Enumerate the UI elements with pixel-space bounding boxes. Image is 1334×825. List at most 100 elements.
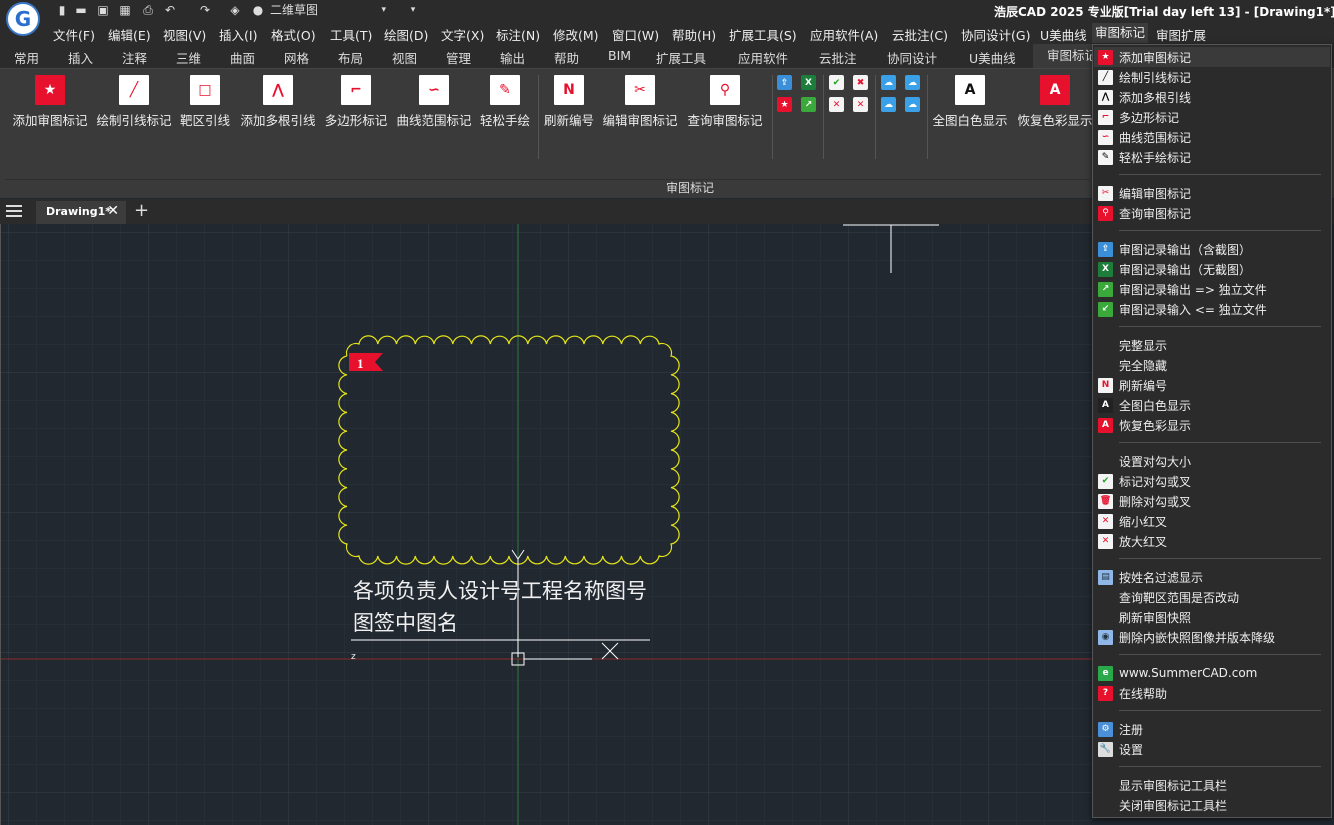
dropdown-item-3[interactable]: ⌐ 多边形标记 [1094, 107, 1330, 127]
menu-item-17[interactable]: 审图标记 [1092, 23, 1149, 43]
dropdown-item-17[interactable]: N 刷新编号 [1094, 375, 1330, 395]
ribbon-tab-12[interactable]: 扩展工具 [656, 48, 706, 67]
new-icon[interactable]: ▮ [55, 3, 69, 17]
dropdown-item-12[interactable]: ↗ 审图记录输出 => 独立文件 [1094, 279, 1330, 299]
app-logo-icon[interactable]: G [6, 2, 40, 36]
dropdown-item-35[interactable]: ⚙ 注册 [1094, 719, 1330, 739]
ribbon-tab-1[interactable]: 插入 [68, 48, 93, 67]
document-tab[interactable]: Drawing1* ✕ [36, 201, 126, 224]
menu-item-5[interactable]: 工具(T) [330, 25, 372, 44]
menu-item-18[interactable]: 审图扩展 [1156, 25, 1206, 44]
menu-item-2[interactable]: 视图(V) [163, 25, 206, 44]
ribbon-tab-5[interactable]: 网格 [284, 48, 309, 67]
menu-item-11[interactable]: 帮助(H) [672, 25, 716, 44]
menu-item-13[interactable]: 应用软件(A) [810, 25, 878, 44]
dropdown-item-18[interactable]: A 全图白色显示 [1094, 395, 1330, 415]
dropdown-item-28[interactable]: 查询靶区范围是否改动 [1094, 587, 1330, 607]
save-icon[interactable]: ▣ [96, 3, 110, 17]
shrink-cross-icon[interactable]: ✕ [829, 97, 844, 112]
ribbon-button-edit-mark[interactable]: ✂ 编辑审图标记 [595, 75, 685, 129]
dropdown-item-19[interactable]: A 恢复色彩显示 [1094, 415, 1330, 435]
ribbon-tab-2[interactable]: 注释 [122, 48, 147, 67]
menu-item-6[interactable]: 绘图(D) [384, 25, 428, 44]
menu-item-1[interactable]: 编辑(E) [108, 25, 151, 44]
ribbon-tab-4[interactable]: 曲面 [230, 48, 255, 67]
export-excel-icon[interactable]: X [801, 75, 816, 90]
dropdown-item-0[interactable]: ★ 添加审图标记 [1094, 47, 1330, 67]
ribbon-tab-0[interactable]: 常用 [14, 48, 39, 67]
ribbon-tab-9[interactable]: 输出 [500, 48, 525, 67]
dropdown-item-8[interactable]: ⚲ 查询审图标记 [1094, 203, 1330, 223]
dropdown-item-27[interactable]: ▤ 按姓名过滤显示 [1094, 567, 1330, 587]
undo-icon[interactable]: ↶ [163, 3, 177, 17]
workspace-select[interactable]: 二维草图 ▾ [268, 1, 390, 19]
redo-icon[interactable]: ↷ [198, 3, 212, 17]
dropdown-item-39[interactable]: 关闭审图标记工具栏 [1094, 795, 1330, 815]
cloud-icon[interactable]: ☁ [881, 75, 896, 90]
export-with-shot-icon[interactable]: ⇪ [777, 75, 792, 90]
print-icon[interactable]: ⎙ [141, 3, 155, 17]
menu-item-4[interactable]: 格式(O) [271, 25, 316, 44]
menu-item-8[interactable]: 标注(N) [496, 25, 540, 44]
saveas-icon[interactable]: ▦ [118, 3, 132, 17]
ribbon-tab-8[interactable]: 管理 [446, 48, 471, 67]
dropdown-item-11[interactable]: X 审图记录输出（无截图） [1094, 259, 1330, 279]
menu-item-0[interactable]: 文件(F) [53, 25, 95, 44]
menu-item-16[interactable]: U美曲线 [1040, 25, 1087, 44]
dropdown-item-30[interactable]: ◉ 删除内嵌快照图像并版本降级 [1094, 627, 1330, 647]
close-tab-icon[interactable]: ✕ [107, 203, 119, 219]
menu-item-10[interactable]: 窗口(W) [612, 25, 659, 44]
dropdown-item-1[interactable]: ╱ 绘制引线标记 [1094, 67, 1330, 87]
ribbon-tab-14[interactable]: 云批注 [819, 48, 857, 67]
ribbon-button-query-mark[interactable]: ⚲ 查询审图标记 [680, 75, 770, 129]
menu-item-9[interactable]: 修改(M) [553, 25, 599, 44]
menu-item-7[interactable]: 文字(X) [441, 25, 484, 44]
ribbon-button-multi-leader[interactable]: ⋀ 添加多根引线 [233, 75, 323, 129]
ribbon-tab-6[interactable]: 布局 [338, 48, 363, 67]
menu-item-3[interactable]: 插入(I) [219, 25, 257, 44]
ribbon-button-white-display[interactable]: A 全图白色显示 [925, 75, 1015, 129]
ribbon-button-add-mark[interactable]: ★ 添加审图标记 [5, 75, 95, 129]
cloud-sync-icon[interactable]: ☁ [881, 97, 896, 112]
menu-item-14[interactable]: 云批注(C) [892, 25, 948, 44]
dropdown-item-7[interactable]: ✂ 编辑审图标记 [1094, 183, 1330, 203]
delete-check-icon[interactable]: ✖ [853, 75, 868, 90]
dropdown-item-4[interactable]: ∽ 曲线范围标记 [1094, 127, 1330, 147]
dropdown-item-21[interactable]: 设置对勾大小 [1094, 451, 1330, 471]
enlarge-cross-icon[interactable]: ✕ [853, 97, 868, 112]
customize-qa-icon[interactable]: ▾ [406, 3, 420, 17]
ribbon-tab-16[interactable]: U美曲线 [969, 48, 1016, 67]
dropdown-item-23[interactable]: 🗑 删除对勾或叉 [1094, 491, 1330, 511]
dropdown-item-13[interactable]: ↙ 审图记录输入 <= 独立文件 [1094, 299, 1330, 319]
cloud-download-icon[interactable]: ☁ [905, 97, 920, 112]
layers-icon[interactable]: ◈ [228, 3, 242, 17]
ribbon-tab-3[interactable]: 三维 [176, 48, 201, 67]
dropdown-item-10[interactable]: ⇪ 审图记录输出（含截图） [1094, 239, 1330, 259]
add-tab-button[interactable]: + [134, 200, 149, 221]
check-mark-icon[interactable]: ✔ [829, 75, 844, 90]
dropdown-item-36[interactable]: 🔧 设置 [1094, 739, 1330, 759]
drawing-canvas[interactable]: 1 各项负责人设计号工程名称图号图签中图名 z [0, 224, 1092, 825]
cloud-upload-icon[interactable]: ☁ [905, 75, 920, 90]
ribbon-tab-15[interactable]: 协同设计 [887, 48, 937, 67]
ribbon-tab-11[interactable]: BIM [608, 48, 631, 63]
dropdown-item-38[interactable]: 显示审图标记工具栏 [1094, 775, 1330, 795]
dropdown-item-33[interactable]: ? 在线帮助 [1094, 683, 1330, 703]
ribbon-tab-10[interactable]: 帮助 [554, 48, 579, 67]
dropdown-item-15[interactable]: 完整显示 [1094, 335, 1330, 355]
dropdown-item-24[interactable]: ✕ 缩小红叉 [1094, 511, 1330, 531]
export-file-icon[interactable]: ↗ [801, 97, 816, 112]
ribbon-button-polygon-mark[interactable]: ⌐ 多边形标记 [311, 75, 401, 129]
menu-item-12[interactable]: 扩展工具(S) [729, 25, 797, 44]
dropdown-item-5[interactable]: ✎ 轻松手绘标记 [1094, 147, 1330, 167]
ribbon-tab-7[interactable]: 视图 [392, 48, 417, 67]
comment-icon[interactable]: ● [251, 3, 265, 17]
hamburger-menu-icon[interactable] [6, 205, 22, 217]
import-file-icon[interactable]: ★ [777, 97, 792, 112]
dropdown-item-29[interactable]: 刷新审图快照 [1094, 607, 1330, 627]
menu-item-15[interactable]: 协同设计(G) [961, 25, 1030, 44]
ribbon-tab-13[interactable]: 应用软件 [738, 48, 788, 67]
dropdown-item-22[interactable]: ✔ 标记对勾或叉 [1094, 471, 1330, 491]
ribbon-button-restore-color[interactable]: A 恢复色彩显示 [1010, 75, 1100, 129]
dropdown-item-32[interactable]: e www.SummerCAD.com [1094, 663, 1330, 683]
